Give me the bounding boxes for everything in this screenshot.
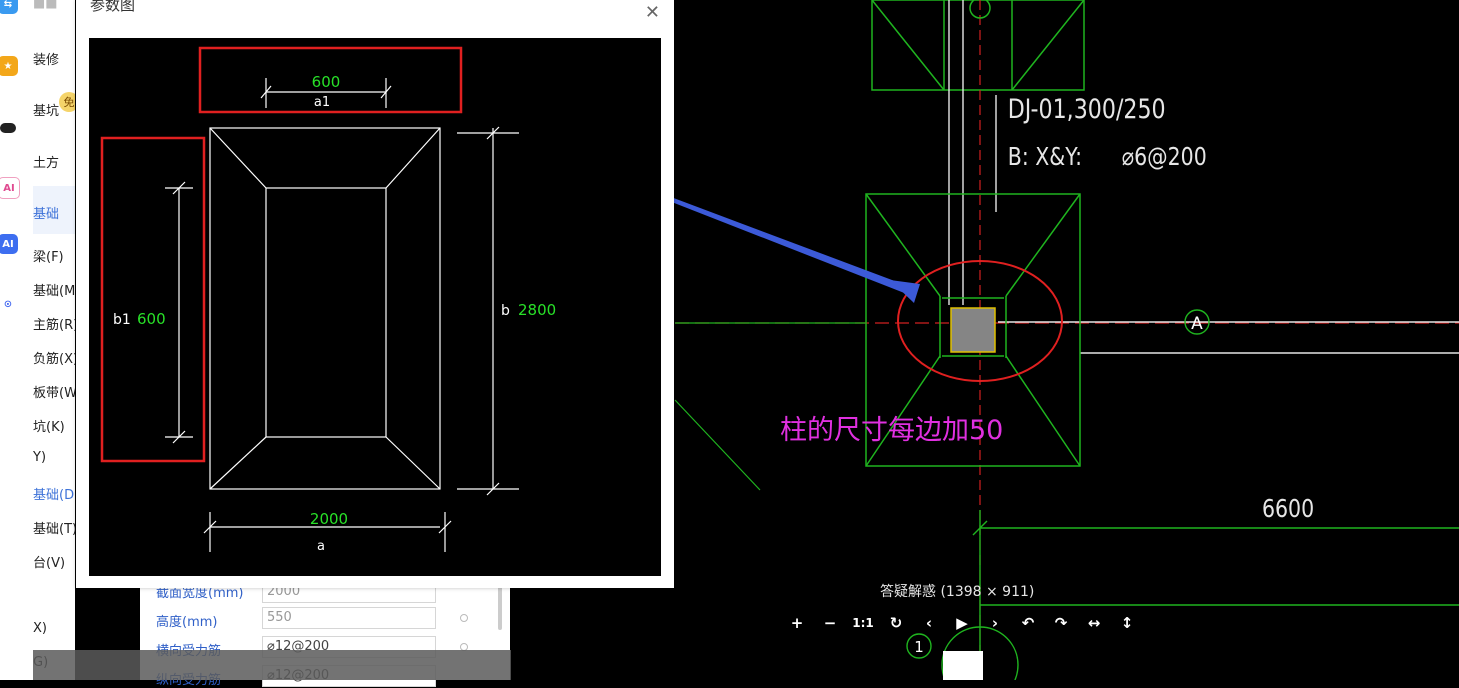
menu-item-main-rebar[interactable]: 主筋(R) bbox=[33, 314, 75, 333]
prop-radio-height[interactable] bbox=[460, 614, 468, 622]
zoom-out-button[interactable]: − bbox=[819, 612, 841, 634]
app-icon-blue[interactable]: ⇆ bbox=[0, 0, 18, 14]
dim-b1-value: 600 bbox=[137, 310, 166, 328]
parameter-diagram-dialog: 参数图 ✕ 600 a1 b1 600 b 2800 2000 a bbox=[76, 0, 674, 588]
menu-item-earthwork[interactable]: 土方 bbox=[33, 152, 59, 171]
reset-button[interactable]: ↻ bbox=[885, 612, 907, 634]
foundation-tag-line1: DJ-01,300/250 bbox=[1008, 93, 1166, 125]
prev-button[interactable]: ‹ bbox=[918, 612, 940, 634]
menu-item-pile-cap[interactable]: 台(V) bbox=[33, 552, 65, 571]
menu-item-isolated-foundation[interactable]: 基础(D bbox=[33, 484, 74, 503]
menu-item-raft[interactable]: 基础(M bbox=[33, 280, 75, 299]
dim-b-value: 2800 bbox=[518, 301, 556, 319]
star-icon[interactable]: ★ bbox=[0, 56, 18, 76]
dim-a1-value: 600 bbox=[312, 73, 341, 91]
menu-item-pit[interactable]: 坑(K) bbox=[33, 416, 65, 435]
foundation-tag-line2-prefix: B: X&Y: bbox=[1008, 143, 1082, 171]
menu-item-strip-foundation[interactable]: 基础(T) bbox=[33, 518, 75, 537]
menu-item-neg-rebar[interactable]: 负筋(X) bbox=[33, 348, 75, 367]
prop-label-height: 高度(mm) bbox=[156, 615, 218, 630]
column-rect bbox=[950, 307, 996, 353]
play-button[interactable]: ▶ bbox=[951, 612, 973, 634]
upper-pile-cap-outline bbox=[871, 0, 1085, 91]
parameter-diagram: 600 a1 b1 600 b 2800 2000 a bbox=[89, 38, 661, 576]
menu-item-foundation-pit[interactable]: 基坑 bbox=[33, 100, 59, 119]
highlight-b1-box bbox=[100, 136, 206, 463]
menu-item-foundation[interactable]: 基础 bbox=[33, 203, 59, 222]
ai-assistant-icon[interactable]: AI bbox=[0, 177, 20, 199]
dim-b-label: b bbox=[501, 303, 510, 319]
axis-label-1: 1 bbox=[914, 638, 924, 656]
next-button[interactable]: › bbox=[984, 612, 1006, 634]
rotate-right-button[interactable]: ↷ bbox=[1050, 612, 1072, 634]
actual-size-button[interactable]: 1:1 bbox=[852, 612, 874, 634]
dim-a1-label: a1 bbox=[314, 95, 330, 110]
dim-a-label: a bbox=[317, 539, 325, 554]
free-badge: 免 bbox=[59, 92, 75, 112]
dim-a-value: 2000 bbox=[310, 510, 348, 528]
menu-item-clipped: ■■ bbox=[33, 0, 58, 11]
rotate-left-button[interactable]: ↶ bbox=[1017, 612, 1039, 634]
image-viewer-caption: 答疑解惑 (1398 × 911) bbox=[880, 584, 1035, 600]
prop-input-height[interactable]: 550 bbox=[262, 607, 436, 629]
thumbnail[interactable] bbox=[943, 651, 983, 680]
chat-bot-icon[interactable]: ⊙ bbox=[0, 294, 18, 314]
menu-item-y[interactable]: Y) bbox=[33, 450, 46, 465]
annotation-text: 柱的尺寸每边加50 bbox=[780, 415, 1003, 446]
zoom-in-button[interactable]: + bbox=[786, 612, 808, 634]
image-viewer-toolbar: + − 1:1 ↻ ‹ ▶ › ↶ ↷ ↔ ↕ bbox=[786, 612, 1138, 634]
foundation-tag-line2-value: ⌀6@200 bbox=[1122, 143, 1207, 171]
side-menu: ■■ 装修 基坑 免 土方 基础 梁(F) 基础(M 主筋(R) 负筋(X) 板… bbox=[33, 0, 75, 680]
axis-label-a: A bbox=[1191, 314, 1203, 334]
flip-horizontal-button[interactable]: ↔ bbox=[1083, 612, 1105, 634]
app-dock: ⇆ ★ AI AI ⊙ bbox=[0, 0, 33, 680]
dim-b1-label: b1 bbox=[113, 312, 131, 328]
flip-vertical-button[interactable]: ↕ bbox=[1116, 612, 1138, 634]
menu-item-beam[interactable]: 梁(F) bbox=[33, 246, 64, 265]
dimension-6600: 6600 bbox=[1262, 495, 1314, 523]
dialog-title: 参数图 bbox=[90, 0, 136, 14]
robot-icon[interactable] bbox=[0, 118, 18, 138]
menu-item-decoration[interactable]: 装修 bbox=[33, 49, 59, 68]
menu-item-x[interactable]: X) bbox=[33, 621, 47, 636]
ai-icon[interactable]: AI bbox=[0, 234, 18, 254]
close-icon[interactable]: ✕ bbox=[645, 2, 660, 23]
menu-item-slab-strip[interactable]: 板带(W bbox=[33, 382, 75, 401]
dim-overlay bbox=[33, 650, 511, 680]
